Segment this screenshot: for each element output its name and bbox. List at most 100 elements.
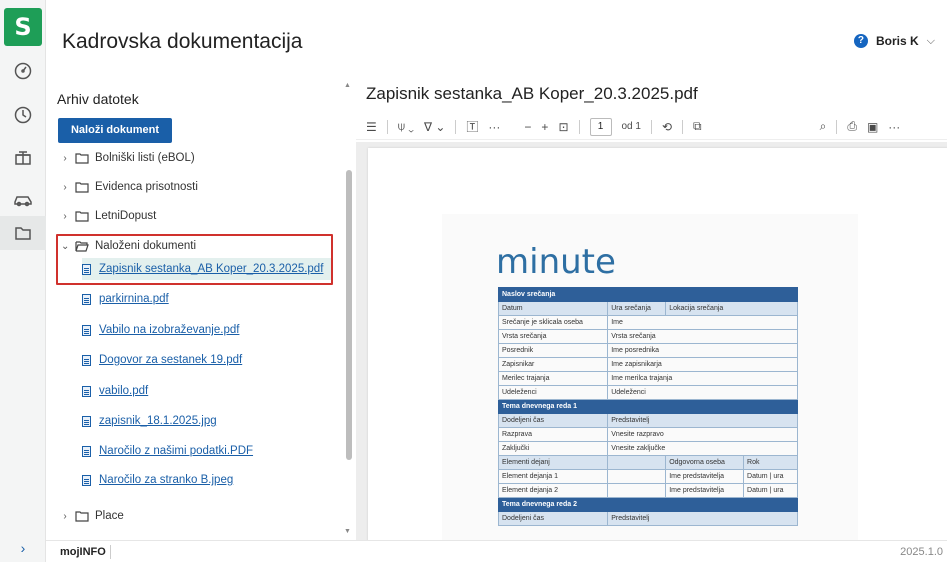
top-header: Kadrovska dokumentacija ? Boris K ⌵ [46,0,947,78]
scrollbar-thumb[interactable] [346,170,352,460]
minutes-table-cell: Ime posrednika [607,343,798,358]
more-options-icon[interactable]: ··· [888,120,900,134]
file-item[interactable]: Naročilo z našimi podatki.PDF [82,440,253,462]
file-item[interactable]: Dogovor za sestanek 19.pdf [82,349,242,371]
car-icon[interactable] [0,182,46,216]
file-item[interactable]: zapisnik_18.1.2025.jpg [82,410,217,432]
status-version: 2025.1.0 [900,546,943,558]
minutes-table-cell: Ura srečanja [607,301,667,316]
zoom-out-icon[interactable]: − [524,120,531,134]
minutes-table-cell: Posrednik [497,343,609,358]
minutes-table-cell: Tema dnevnega reda 2 [498,497,798,512]
help-icon[interactable]: ? [853,34,868,48]
chevron-right-icon[interactable]: › [61,182,69,193]
minutes-table-row: Dodeljeni čas Predstavitelj [497,413,798,428]
file-icon [82,415,91,427]
file-link[interactable]: Naročilo z našimi podatki.PDF [99,445,253,457]
file-link[interactable]: parkirnina.pdf [99,293,169,305]
folder-label: Bolniški listi (eBOL) [95,152,195,164]
folder-row[interactable]: › LetniDopust [61,206,156,226]
folder-row[interactable]: › Evidenca prisotnosti [61,177,198,197]
file-link[interactable]: Dogovor za sestanek 19.pdf [99,354,242,366]
highlight-icon[interactable]: ⍦ ⌄ [398,119,414,134]
clock-icon[interactable] [0,98,46,132]
list-icon[interactable]: ☰ [366,120,377,134]
minutes-table-cell: Predstavitelj [607,511,798,526]
upload-document-button[interactable]: Naloži dokument [58,118,172,143]
file-link[interactable]: Naročilo za stranko B.jpeg [99,474,233,486]
minutes-table-row: Srečanje je sklicala oseba Ime [497,315,798,330]
pdf-page: minute Naslov srečanja Datum Ura srečanja L… [368,148,947,554]
fit-page-icon[interactable]: ⊡ [558,120,568,134]
minutes-table-cell: Vnesite razpravo [607,427,798,442]
minutes-table-row: Element dejanja 2 Ime predstavitelja Datum… [497,483,798,498]
minutes-table-cell: Ime predstavitelja [665,469,745,484]
minutes-table-row: Element dejanja 1 Ime predstavitelja Datum… [497,469,798,484]
minutes-table-cell: Ime [607,315,798,330]
file-link[interactable]: Vabilo na izobraževanje.pdf [99,324,239,336]
chevron-right-icon[interactable]: › [61,153,69,164]
minutes-table-cell: Predstavitelj [607,413,798,428]
minutes-table-cell [607,469,667,484]
file-item[interactable]: vabilo.pdf [82,380,148,402]
file-item[interactable]: parkirnina.pdf [82,288,169,310]
minutes-table-cell: Rok [743,455,798,470]
minutes-table-row: Udeleženci Udeleženci [497,385,798,400]
chevron-down-icon[interactable]: ⌵ [927,35,935,48]
file-item[interactable]: Vabilo na izobraževanje.pdf [82,319,239,341]
page-view-icon[interactable]: ⧉ [693,119,702,134]
page-number-input[interactable]: 1 [589,117,612,136]
print-icon[interactable]: ⎙ [847,119,857,134]
file-icon [82,385,91,397]
file-icon [82,293,91,305]
dashboard-icon[interactable] [0,54,46,88]
minutes-table-cell: Vnesite zaključke [607,441,798,456]
app-logo[interactable]: S [4,8,42,46]
minutes-table-row: Zaključki Vnesite zaključke [497,441,798,456]
pdf-canvas-area: minute Naslov srečanja Datum Ura srečanja L… [356,142,947,554]
scroll-down-arrow[interactable]: ▼ [344,528,351,535]
draw-icon[interactable]: ∇ ⌄ [424,120,445,134]
save-icon[interactable]: ▣ [867,120,878,134]
minutes-table-cell [607,483,667,498]
minutes-table-cell: Ime zapisnikarja [607,357,798,372]
chevron-right-icon[interactable]: › [61,211,69,222]
minutes-table-cell: Merilec trajanja [497,371,609,386]
more-icon[interactable]: ··· [488,120,500,134]
document-heading: minute [496,242,616,282]
minutes-table-cell: Tema dnevnega reda 1 [498,399,798,414]
file-link[interactable]: vabilo.pdf [99,385,148,397]
minutes-table-cell: Element dejanja 2 [497,483,609,498]
minutes-table-row: Razprava Vnesite razpravo [497,427,798,442]
minutes-table-cell: Datum [497,301,609,316]
minutes-table-row: Dodeljeni čas Predstavitelj [497,511,798,526]
page-total: od 1 [621,121,641,132]
scroll-up-arrow[interactable]: ▲ [344,82,351,89]
folder-icon [75,510,89,522]
file-icon [82,324,91,336]
minutes-table-cell: Zapisnikar [497,357,609,372]
file-item[interactable]: Naročilo za stranko B.jpeg [82,469,233,491]
user-menu[interactable]: ? Boris K ⌵ [853,34,935,48]
minutes-table-cell: Elementi dejanj [497,455,609,470]
rotate-icon[interactable]: ⟲ [662,120,672,134]
chevron-right-icon[interactable]: › [61,511,69,522]
minutes-table-cell: Razprava [497,427,609,442]
folder-icon[interactable] [0,216,46,250]
folder-label: Evidenca prisotnosti [95,181,198,193]
folder-row[interactable]: › Bolniški listi (eBOL) [61,148,195,168]
minutes-table-row: Merilec trajanja Ime merilca trajanja [497,371,798,386]
expand-rail-button[interactable]: › [0,540,46,556]
minutes-table-cell: Dodeljeni čas [497,511,609,526]
search-icon[interactable]: ⌕ [820,119,827,134]
minutes-table-cell: Udeleženci [497,385,609,400]
text-icon[interactable]: 🅃 [466,118,478,135]
user-name[interactable]: Boris K [876,34,919,48]
minutes-table-row: Posrednik Ime posrednika [497,343,798,358]
folder-row[interactable]: › Place [61,506,123,526]
document-preview: minute Naslov srečanja Datum Ura srečanja L… [442,214,858,554]
minutes-table-row: Elementi dejanj Odgovorna oseba Rok [497,455,798,470]
zoom-in-icon[interactable]: + [541,120,548,134]
gift-icon[interactable] [0,140,46,174]
file-link[interactable]: zapisnik_18.1.2025.jpg [99,415,217,427]
